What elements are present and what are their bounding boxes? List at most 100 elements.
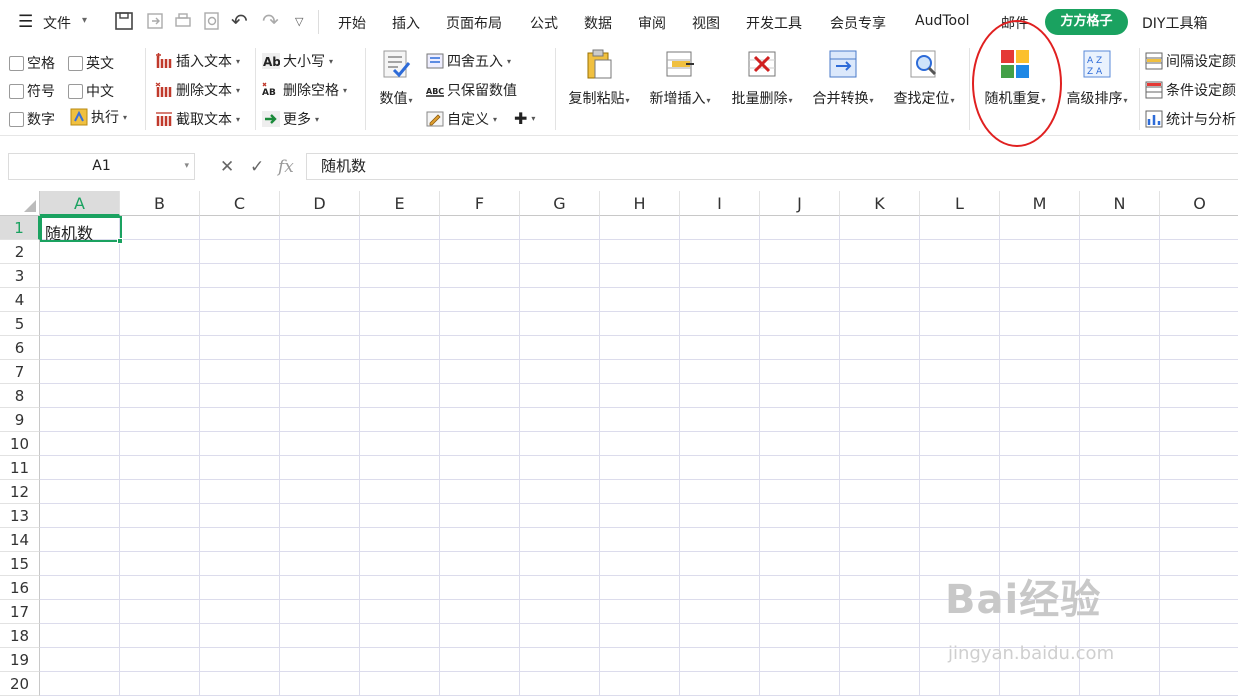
tab-audtool[interactable]: AudTool (915, 13, 970, 29)
cell-n12[interactable] (1080, 480, 1160, 504)
cell-m2[interactable] (1000, 240, 1080, 264)
cell-g9[interactable] (520, 408, 600, 432)
cell-i16[interactable] (680, 576, 760, 600)
cell-d20[interactable] (280, 672, 360, 696)
column-header-j[interactable]: J (760, 191, 840, 216)
cancel-icon[interactable]: ✕ (220, 157, 234, 177)
cell-a17[interactable] (40, 600, 120, 624)
cell-h9[interactable] (600, 408, 680, 432)
cell-j16[interactable] (760, 576, 840, 600)
tab-member[interactable]: 会员专享 (830, 13, 886, 33)
cell-m20[interactable] (1000, 672, 1080, 696)
cell-a11[interactable] (40, 456, 120, 480)
cell-n20[interactable] (1080, 672, 1160, 696)
cell-m10[interactable] (1000, 432, 1080, 456)
cell-o6[interactable] (1160, 336, 1238, 360)
cell-g14[interactable] (520, 528, 600, 552)
cell-k13[interactable] (840, 504, 920, 528)
cell-c7[interactable] (200, 360, 280, 384)
cell-g13[interactable] (520, 504, 600, 528)
row-header-14[interactable]: 14 (0, 528, 40, 552)
cell-k10[interactable] (840, 432, 920, 456)
select-all-corner[interactable] (0, 191, 40, 216)
cell-f15[interactable] (440, 552, 520, 576)
cell-h18[interactable] (600, 624, 680, 648)
cell-h4[interactable] (600, 288, 680, 312)
cell-a8[interactable] (40, 384, 120, 408)
cell-f6[interactable] (440, 336, 520, 360)
cell-j5[interactable] (760, 312, 840, 336)
cell-f10[interactable] (440, 432, 520, 456)
row-header-20[interactable]: 20 (0, 672, 40, 696)
cell-e5[interactable] (360, 312, 440, 336)
cell-l10[interactable] (920, 432, 1000, 456)
tab-formulas[interactable]: 公式 (530, 13, 558, 33)
cell-k3[interactable] (840, 264, 920, 288)
row-header-2[interactable]: 2 (0, 240, 40, 264)
cell-o1[interactable] (1160, 216, 1238, 240)
cell-j17[interactable] (760, 600, 840, 624)
cell-g17[interactable] (520, 600, 600, 624)
cell-b4[interactable] (120, 288, 200, 312)
cell-k18[interactable] (840, 624, 920, 648)
statistics-button[interactable]: 统计与分析 (1145, 109, 1236, 129)
cell-k12[interactable] (840, 480, 920, 504)
cell-h16[interactable] (600, 576, 680, 600)
cell-c12[interactable] (200, 480, 280, 504)
cell-c8[interactable] (200, 384, 280, 408)
cell-b13[interactable] (120, 504, 200, 528)
undo-icon[interactable]: ↶ (231, 9, 248, 33)
cell-d15[interactable] (280, 552, 360, 576)
cell-b10[interactable] (120, 432, 200, 456)
cell-a6[interactable] (40, 336, 120, 360)
cell-i17[interactable] (680, 600, 760, 624)
cell-k19[interactable] (840, 648, 920, 672)
advanced-sort-button[interactable]: A ZZ A 高级排序▾ (1061, 48, 1133, 108)
cell-d4[interactable] (280, 288, 360, 312)
cell-f13[interactable] (440, 504, 520, 528)
cell-a5[interactable] (40, 312, 120, 336)
cell-a18[interactable] (40, 624, 120, 648)
cell-j3[interactable] (760, 264, 840, 288)
cell-o19[interactable] (1160, 648, 1238, 672)
cell-l8[interactable] (920, 384, 1000, 408)
cell-g5[interactable] (520, 312, 600, 336)
cell-e7[interactable] (360, 360, 440, 384)
cell-a15[interactable] (40, 552, 120, 576)
cell-h3[interactable] (600, 264, 680, 288)
cell-n4[interactable] (1080, 288, 1160, 312)
round-button[interactable]: 四舍五入 ▾ (426, 51, 511, 71)
column-header-l[interactable]: L (920, 191, 1000, 216)
cell-b16[interactable] (120, 576, 200, 600)
cell-i11[interactable] (680, 456, 760, 480)
cell-j2[interactable] (760, 240, 840, 264)
cell-b9[interactable] (120, 408, 200, 432)
row-header-12[interactable]: 12 (0, 480, 40, 504)
cell-k11[interactable] (840, 456, 920, 480)
new-insert-button[interactable]: 新增插入▾ (644, 48, 716, 108)
cell-l7[interactable] (920, 360, 1000, 384)
cell-h17[interactable] (600, 600, 680, 624)
cell-e2[interactable] (360, 240, 440, 264)
cell-b8[interactable] (120, 384, 200, 408)
cell-h20[interactable] (600, 672, 680, 696)
cell-n3[interactable] (1080, 264, 1160, 288)
cell-l3[interactable] (920, 264, 1000, 288)
cell-d13[interactable] (280, 504, 360, 528)
cell-d19[interactable] (280, 648, 360, 672)
row-header-11[interactable]: 11 (0, 456, 40, 480)
cell-f14[interactable] (440, 528, 520, 552)
cell-g18[interactable] (520, 624, 600, 648)
cell-h15[interactable] (600, 552, 680, 576)
cell-n10[interactable] (1080, 432, 1160, 456)
cell-g2[interactable] (520, 240, 600, 264)
more-button[interactable]: 更多 ▾ (262, 109, 319, 129)
cell-o7[interactable] (1160, 360, 1238, 384)
cell-e16[interactable] (360, 576, 440, 600)
cell-n9[interactable] (1080, 408, 1160, 432)
row-header-15[interactable]: 15 (0, 552, 40, 576)
hamburger-icon[interactable]: ☰ (18, 12, 33, 32)
cell-j7[interactable] (760, 360, 840, 384)
cell-i2[interactable] (680, 240, 760, 264)
confirm-icon[interactable]: ✓ (250, 157, 264, 177)
